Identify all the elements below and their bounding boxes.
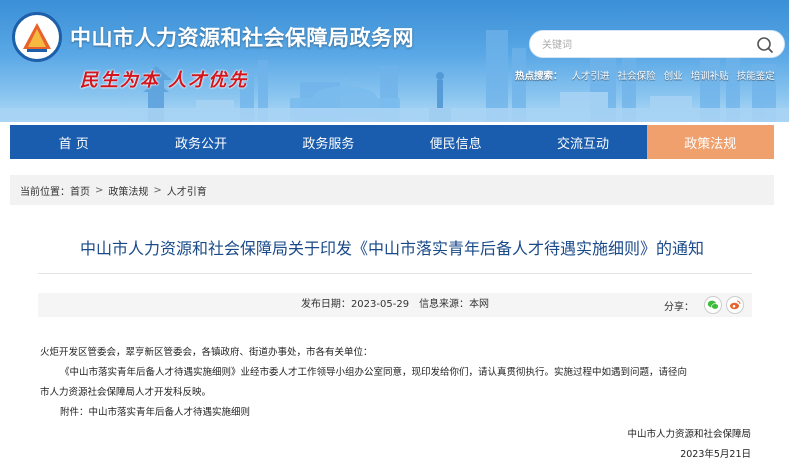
article-paragraph: 《中山市落实青年后备人才待遇实施细则》业经市委人才工作领导小组办公室同意，现印发… [60,367,688,378]
breadcrumb-prefix: 当前位置： [20,186,70,198]
hot-search-link-startup[interactable]: 创业 [664,71,683,82]
breadcrumb-separator: > [95,184,104,196]
article-paragraph: 火炬开发区管委会，翠亨新区管委会，各镇政府、街道办事处，市各有关单位： [40,347,373,358]
search-icon[interactable] [756,36,774,54]
site-logo[interactable] [12,12,62,62]
publish-date-label: 发布日期： [300,299,351,310]
hot-search-link-skills[interactable]: 技能鉴定 [737,71,775,82]
title-divider [38,273,752,274]
nav-item-gov-services[interactable]: 政务服务 [265,125,392,159]
search-box [529,30,785,58]
hot-search-link-training[interactable]: 培训补贴 [691,71,729,82]
article-paragraph: 市人力资源社会保障局人才开发科反映。 [40,387,212,398]
article-sign-date: 2023年5月21日 [680,449,751,460]
nav-item-policies[interactable]: 政策法规 [646,125,774,159]
article-meta-bar: 发布日期：2023-05-29 信息来源：本网 分享： [38,293,752,317]
nav-item-public-info[interactable]: 便民信息 [392,125,519,159]
city-skyline-banner [0,30,789,122]
hot-search-link-insurance[interactable]: 社会保险 [618,71,656,82]
breadcrumb: 当前位置： 首页 > 政策法规 > 人才引育 [10,175,774,205]
site-slogan: 民生为本 人才优先 [80,70,249,91]
breadcrumb-talent[interactable]: 人才引育 [167,183,207,198]
article-attachment[interactable]: 附件：中山市落实青年后备人才待遇实施细则 [60,404,250,418]
nav-item-home[interactable]: 首 页 [10,125,137,159]
breadcrumb-separator: > [153,184,162,196]
nav-item-interaction[interactable]: 交流互动 [519,125,646,159]
publish-date: 2023-05-29 [350,299,410,310]
site-title[interactable]: 中山市人力资源和社会保障局政务网 [70,22,414,52]
hot-search-label: 热点搜索： [515,71,563,82]
breadcrumb-policies[interactable]: 政策法规 [108,183,148,198]
breadcrumb-home[interactable]: 首页 [70,183,90,198]
site-header: 中山市人力资源和社会保障局政务网 民生为本 人才优先 热点搜索： 人才引进 社会… [0,0,789,122]
share-weibo-button[interactable] [726,296,744,314]
share-label: 分享： [664,301,694,313]
share-wechat-button[interactable] [704,296,722,314]
hot-search: 热点搜索： 人才引进 社会保险 创业 培训补贴 技能鉴定 [515,68,780,82]
logo-mountain-icon [23,23,51,52]
article-meta: 发布日期：2023-05-29 信息来源：本网 [38,293,752,317]
share-bar: 分享： [664,296,744,314]
source-label: 信息来源： [419,299,470,310]
source-value: 本网 [469,299,490,310]
search-input[interactable] [542,36,742,54]
article-signer: 中山市人力资源和社会保障局 [627,429,751,440]
nav-item-gov-affairs[interactable]: 政务公开 [137,125,264,159]
hot-search-link-talent[interactable]: 人才引进 [572,71,610,82]
main-nav: 首 页 政务公开 政务服务 便民信息 交流互动 政策法规 [10,125,774,159]
wechat-icon [707,300,719,310]
weibo-icon [730,300,741,310]
article-title: 中山市人力资源和社会保障局关于印发《中山市落实青年后备人才待遇实施细则》的通知 [79,239,704,258]
